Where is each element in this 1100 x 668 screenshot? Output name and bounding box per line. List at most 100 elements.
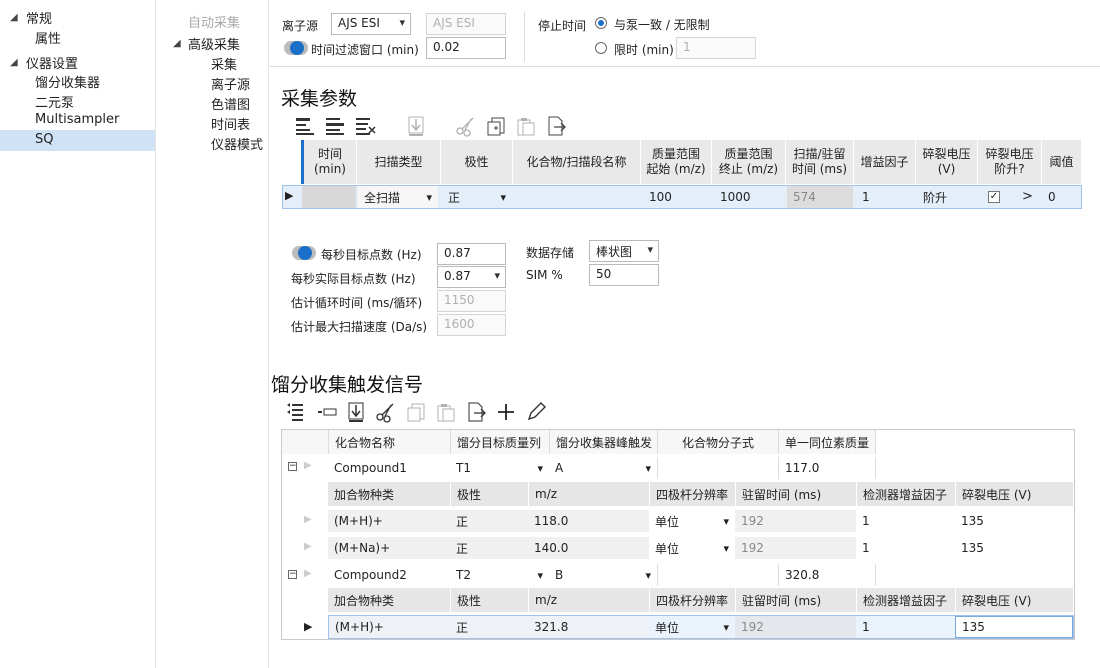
- sim-percent-input[interactable]: 50: [589, 264, 659, 286]
- collapse-arrow-icon[interactable]: ◢: [10, 12, 18, 23]
- adduct-mz-cell[interactable]: 118.0: [528, 510, 649, 532]
- col-header-compound-name[interactable]: 化合物名称: [328, 430, 450, 454]
- adduct-mz-cell[interactable]: 321.8: [528, 616, 649, 638]
- row-mass-end[interactable]: 1000: [714, 186, 784, 208]
- edit-icon[interactable]: [525, 401, 547, 423]
- adduct-gain-cell[interactable]: 1: [856, 537, 955, 559]
- row-gain[interactable]: 1: [856, 186, 916, 208]
- export-icon[interactable]: [545, 115, 567, 137]
- col-header-compound[interactable]: 化合物/扫描段名称: [513, 140, 641, 184]
- compound1-formula[interactable]: [657, 457, 778, 479]
- adduct-mz-cell[interactable]: 140.0: [528, 537, 649, 559]
- adduct-type-cell[interactable]: (M+H)+: [329, 616, 450, 638]
- col-header-formula[interactable]: 化合物分子式: [657, 430, 778, 454]
- collapse-icon[interactable]: −: [288, 570, 297, 579]
- row-threshold[interactable]: 0: [1042, 186, 1080, 208]
- cut-icon[interactable]: [455, 115, 477, 137]
- subnav-timetable[interactable]: 时间表: [211, 114, 250, 133]
- col-header-scan-type[interactable]: 扫描类型: [357, 140, 441, 184]
- tree-node-fraction-collector[interactable]: 馏分收集器: [35, 72, 100, 91]
- collapse-icon[interactable]: −: [288, 462, 297, 471]
- row-mass-start[interactable]: 100: [643, 186, 711, 208]
- subnav-acquisition[interactable]: 采集: [211, 54, 237, 73]
- fill-down-icon[interactable]: [345, 401, 367, 423]
- col-header-mass-start[interactable]: 质量范围 起始 (m/z): [641, 140, 712, 184]
- adduct-frag-cell[interactable]: 135: [955, 510, 1073, 532]
- target-points-toggle[interactable]: [292, 246, 316, 260]
- row-frag-voltage[interactable]: 阶升: [917, 186, 977, 208]
- collapse-arrow-icon[interactable]: ◢: [10, 57, 18, 68]
- export-icon[interactable]: [465, 401, 487, 423]
- copy-icon[interactable]: [485, 115, 507, 137]
- delete-row-icon[interactable]: [354, 115, 376, 137]
- compound2-mono-mass[interactable]: 320.8: [778, 564, 876, 586]
- col-header-mass-end[interactable]: 质量范围 终止 (m/z): [712, 140, 786, 184]
- col-header-target-mass[interactable]: 馏分目标质量列: [450, 430, 549, 454]
- insert-row-below-icon[interactable]: [324, 115, 346, 137]
- fill-down-icon[interactable]: [405, 115, 427, 137]
- col-header-polarity[interactable]: 极性: [441, 140, 513, 184]
- col-header-gain[interactable]: 增益因子: [854, 140, 916, 184]
- data-storage-select[interactable]: 棒状图: [589, 240, 659, 262]
- adduct-polarity-cell[interactable]: 正: [450, 537, 528, 559]
- insert-row-above-icon[interactable]: [294, 115, 316, 137]
- adduct-gain-cell[interactable]: 1: [856, 510, 955, 532]
- adduct-type-cell[interactable]: (M+Na)+: [328, 537, 450, 559]
- actual-points-select[interactable]: 0.87: [437, 266, 506, 288]
- paste-icon[interactable]: [515, 115, 537, 137]
- adduct-resolution-select[interactable]: 单位: [649, 616, 735, 638]
- tree-node-general[interactable]: 常规: [26, 8, 52, 27]
- copy-icon[interactable]: [405, 401, 427, 423]
- subnav-instrument-mode[interactable]: 仪器模式: [211, 134, 263, 153]
- stop-time-limit-input[interactable]: 1: [676, 37, 756, 59]
- col-header-mono-mass[interactable]: 单一同位素质量: [778, 430, 876, 454]
- adduct-frag-cell[interactable]: 135: [955, 537, 1073, 559]
- paste-icon[interactable]: [435, 401, 457, 423]
- time-filter-toggle[interactable]: [284, 41, 308, 55]
- compound2-name[interactable]: Compound2: [328, 564, 450, 586]
- adduct-frag-input[interactable]: 135: [955, 616, 1073, 638]
- subnav-ion-source[interactable]: 离子源: [211, 74, 250, 93]
- adduct-polarity-cell[interactable]: 正: [450, 616, 528, 638]
- col-header-frag-ramp[interactable]: 碎裂电压 阶升?: [978, 140, 1042, 184]
- outline-list-icon[interactable]: [284, 401, 306, 423]
- tree-node-multisampler[interactable]: Multisampler: [35, 112, 119, 127]
- col-header-peak-trigger[interactable]: 馏分收集器峰触发: [549, 430, 657, 454]
- adduct-gain-cell[interactable]: 1: [856, 616, 955, 638]
- collapse-arrow-icon[interactable]: ◢: [173, 38, 181, 49]
- compound2-trigger-select[interactable]: B: [549, 564, 657, 586]
- row-frag-ramp-checkbox[interactable]: ✓: [988, 191, 1000, 203]
- stop-time-radio-limited[interactable]: [595, 42, 607, 54]
- adduct-type-cell[interactable]: (M+H)+: [328, 510, 450, 532]
- row-frag-ramp-arrow[interactable]: >: [1022, 189, 1033, 204]
- compound1-target-select[interactable]: T1: [450, 457, 549, 479]
- adduct-resolution-select[interactable]: 单位: [649, 537, 735, 559]
- tree-node-properties[interactable]: 属性: [35, 28, 61, 47]
- col-header-scan-time[interactable]: 扫描/驻留 时间 (ms): [786, 140, 854, 184]
- col-header-frag-voltage[interactable]: 碎裂电压 (V): [916, 140, 978, 184]
- row-time-cell[interactable]: [302, 186, 356, 208]
- subnav-chromatogram[interactable]: 色谱图: [211, 94, 250, 113]
- compound1-trigger-select[interactable]: A: [549, 457, 657, 479]
- compound1-name[interactable]: Compound1: [328, 457, 450, 479]
- ion-source-select[interactable]: AJS ESI: [331, 13, 411, 35]
- col-header-threshold[interactable]: 阈值: [1042, 140, 1082, 184]
- adduct-resolution-select[interactable]: 单位: [649, 510, 735, 532]
- adduct-polarity-cell[interactable]: 正: [450, 510, 528, 532]
- row-scan-type-select[interactable]: 全扫描: [358, 186, 438, 208]
- time-filter-input[interactable]: 0.02: [426, 37, 506, 59]
- add-icon[interactable]: [495, 401, 517, 423]
- compound2-target-select[interactable]: T2: [450, 564, 549, 586]
- subnav-auto-acq[interactable]: 自动采集: [188, 12, 240, 31]
- remove-row-icon[interactable]: [316, 401, 338, 423]
- compound1-mono-mass[interactable]: 117.0: [778, 457, 876, 479]
- tree-node-sq-selected[interactable]: SQ: [0, 130, 155, 151]
- tree-node-instrument-settings[interactable]: 仪器设置: [26, 53, 78, 72]
- col-header-time[interactable]: 时间 (min): [301, 140, 357, 184]
- stop-time-radio-pump[interactable]: [595, 17, 607, 29]
- compound2-formula[interactable]: [657, 564, 778, 586]
- row-polarity-select[interactable]: 正: [442, 186, 512, 208]
- tree-node-binary-pump[interactable]: 二元泵: [35, 92, 74, 111]
- subnav-advanced-acq[interactable]: 高级采集: [188, 34, 240, 53]
- target-points-input[interactable]: 0.87: [437, 243, 506, 265]
